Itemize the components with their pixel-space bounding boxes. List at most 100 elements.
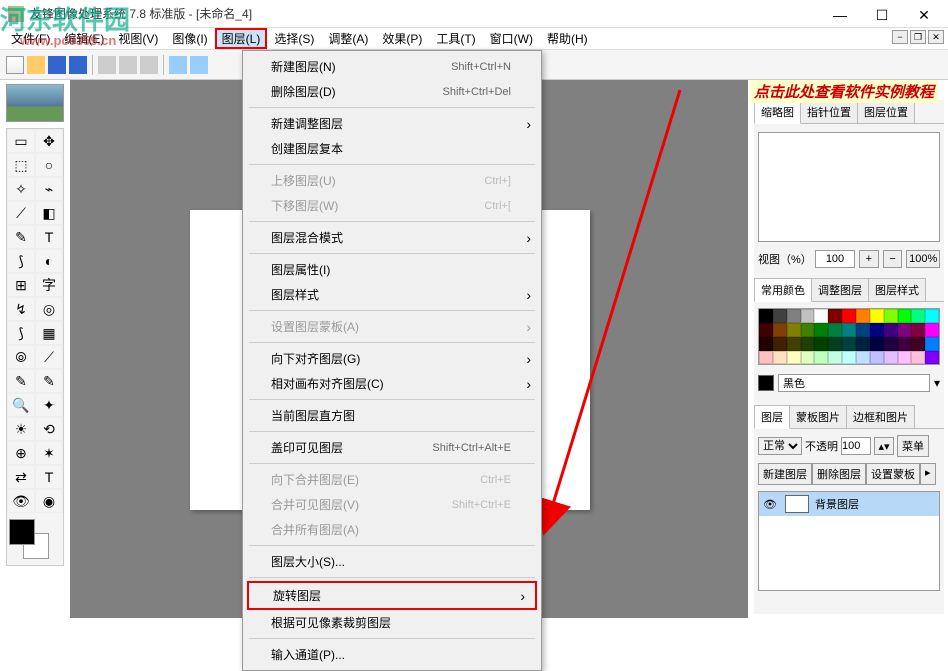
redo-icon[interactable] bbox=[190, 56, 208, 74]
tool-button-15[interactable]: ◎ bbox=[35, 297, 63, 321]
tab-图层位置[interactable]: 图层位置 bbox=[857, 100, 915, 123]
menu-item-盖印可见图层[interactable]: 盖印可见图层Shift+Ctrl+Alt+E bbox=[243, 435, 541, 460]
tab-指针位置[interactable]: 指针位置 bbox=[800, 100, 858, 123]
tool-button-26[interactable]: ⊕ bbox=[7, 441, 35, 465]
mdi-close[interactable]: ✕ bbox=[928, 30, 944, 44]
layer-entry-background[interactable]: 👁 背景图层 bbox=[759, 492, 939, 516]
palette-cell[interactable] bbox=[884, 337, 898, 351]
tab-蒙板图片[interactable]: 蒙板图片 bbox=[789, 405, 847, 428]
opacity-spinner[interactable]: ▴▾ bbox=[874, 437, 894, 455]
palette-cell[interactable] bbox=[787, 323, 801, 337]
copy-icon[interactable] bbox=[119, 56, 137, 74]
zoom-input[interactable] bbox=[815, 250, 855, 268]
menu-图像[interactable]: 图像(I) bbox=[165, 28, 214, 49]
color-name-select[interactable]: 黑色 bbox=[778, 374, 930, 392]
layer-menu-button[interactable]: 菜单 bbox=[897, 435, 929, 457]
menu-工具[interactable]: 工具(T) bbox=[429, 28, 482, 49]
mdi-restore[interactable]: ❐ bbox=[910, 30, 926, 44]
palette-cell[interactable] bbox=[759, 323, 773, 337]
tool-button-8[interactable]: ✎ bbox=[7, 225, 35, 249]
paste-icon[interactable] bbox=[140, 56, 158, 74]
save-icon[interactable] bbox=[48, 56, 66, 74]
tool-button-0[interactable]: ▭ bbox=[7, 129, 35, 153]
tool-button-9[interactable]: T bbox=[35, 225, 63, 249]
tool-button-11[interactable]: ◐ bbox=[35, 249, 63, 273]
palette-cell[interactable] bbox=[773, 351, 787, 365]
palette-cell[interactable] bbox=[773, 323, 787, 337]
palette-cell[interactable] bbox=[828, 337, 842, 351]
menu-item-新建图层N[interactable]: 新建图层(N)Shift+Ctrl+N bbox=[243, 54, 541, 79]
foreground-swatch[interactable] bbox=[9, 519, 35, 545]
palette-cell[interactable] bbox=[925, 351, 939, 365]
palette-cell[interactable] bbox=[814, 337, 828, 351]
palette-cell[interactable] bbox=[773, 337, 787, 351]
menu-视图[interactable]: 视图(V) bbox=[111, 28, 165, 49]
palette-cell[interactable] bbox=[884, 309, 898, 323]
tool-button-20[interactable]: ✎ bbox=[7, 369, 35, 393]
tool-button-13[interactable]: 字 bbox=[35, 273, 63, 297]
minimize-button[interactable]: — bbox=[820, 4, 860, 26]
palette-cell[interactable] bbox=[898, 337, 912, 351]
palette-cell[interactable] bbox=[925, 309, 939, 323]
menu-编辑[interactable]: 编辑(E) bbox=[57, 28, 111, 49]
palette-cell[interactable] bbox=[814, 351, 828, 365]
zoom-out-button[interactable]: − bbox=[883, 250, 903, 268]
palette-cell[interactable] bbox=[898, 323, 912, 337]
tool-button-17[interactable]: ▦ bbox=[35, 321, 63, 345]
palette-cell[interactable] bbox=[884, 323, 898, 337]
tab-常用颜色[interactable]: 常用颜色 bbox=[754, 278, 812, 302]
tool-button-7[interactable]: ◧ bbox=[35, 201, 63, 225]
mdi-minimize[interactable]: − bbox=[892, 30, 908, 44]
tab-边框和图片[interactable]: 边框和图片 bbox=[846, 405, 915, 428]
tool-button-22[interactable]: 🔍 bbox=[7, 393, 35, 417]
palette-cell[interactable] bbox=[828, 351, 842, 365]
palette-cell[interactable] bbox=[898, 309, 912, 323]
menu-选择[interactable]: 选择(S) bbox=[267, 28, 321, 49]
palette-cell[interactable] bbox=[842, 323, 856, 337]
tool-button-16[interactable]: ⟆ bbox=[7, 321, 35, 345]
tool-button-3[interactable]: ○ bbox=[35, 153, 63, 177]
cut-icon[interactable] bbox=[98, 56, 116, 74]
palette-cell[interactable] bbox=[801, 323, 815, 337]
palette-cell[interactable] bbox=[828, 323, 842, 337]
palette-cell[interactable] bbox=[842, 309, 856, 323]
palette-cell[interactable] bbox=[759, 309, 773, 323]
tool-button-1[interactable]: ✥ bbox=[35, 129, 63, 153]
palette-cell[interactable] bbox=[759, 337, 773, 351]
document-thumbnail[interactable] bbox=[6, 84, 64, 122]
palette-cell[interactable] bbox=[870, 323, 884, 337]
menu-item-图层混合模式[interactable]: 图层混合模式 bbox=[243, 225, 541, 250]
tab-缩略图[interactable]: 缩略图 bbox=[754, 100, 801, 124]
tool-button-27[interactable]: ✶ bbox=[35, 441, 63, 465]
tool-button-24[interactable]: ☀ bbox=[7, 417, 35, 441]
tool-button-29[interactable]: T bbox=[35, 465, 63, 489]
palette-cell[interactable] bbox=[814, 323, 828, 337]
navigator-thumbnail[interactable] bbox=[758, 132, 940, 242]
tool-button-18[interactable]: ⦾ bbox=[7, 345, 35, 369]
blend-mode-select[interactable]: 正常 bbox=[758, 437, 802, 455]
palette-cell[interactable] bbox=[911, 351, 925, 365]
menu-item-向下对齐图层G[interactable]: 向下对齐图层(G) bbox=[243, 346, 541, 371]
tool-button-21[interactable]: ✎ bbox=[35, 369, 63, 393]
current-color-swatch[interactable] bbox=[758, 375, 774, 391]
menu-item-输入通道P[interactable]: 输入通道(P)... bbox=[243, 642, 541, 667]
palette-cell[interactable] bbox=[911, 309, 925, 323]
menu-item-根据可见像素裁剪[interactable]: 根据可见像素裁剪图层 bbox=[243, 610, 541, 635]
tutorial-link[interactable]: 点击此处查看软件实例教程 bbox=[750, 80, 938, 103]
menu-帮助[interactable]: 帮助(H) bbox=[540, 28, 595, 49]
palette-cell[interactable] bbox=[801, 351, 815, 365]
zoom-in-button[interactable]: + bbox=[859, 250, 879, 268]
tool-button-2[interactable]: ⬚ bbox=[7, 153, 35, 177]
menu-调整[interactable]: 调整(A) bbox=[321, 28, 375, 49]
tool-button-6[interactable]: ⟋ bbox=[7, 201, 35, 225]
palette-cell[interactable] bbox=[870, 351, 884, 365]
palette-cell[interactable] bbox=[925, 323, 939, 337]
menu-效果[interactable]: 效果(P) bbox=[375, 28, 429, 49]
layer-op-新建图层[interactable]: 新建图层 bbox=[758, 463, 812, 485]
palette-cell[interactable] bbox=[856, 309, 870, 323]
tab-调整图层[interactable]: 调整图层 bbox=[811, 278, 869, 301]
menu-item-图层样式[interactable]: 图层样式 bbox=[243, 282, 541, 307]
palette-cell[interactable] bbox=[801, 309, 815, 323]
tool-button-23[interactable]: ✦ bbox=[35, 393, 63, 417]
open-icon[interactable] bbox=[27, 56, 45, 74]
